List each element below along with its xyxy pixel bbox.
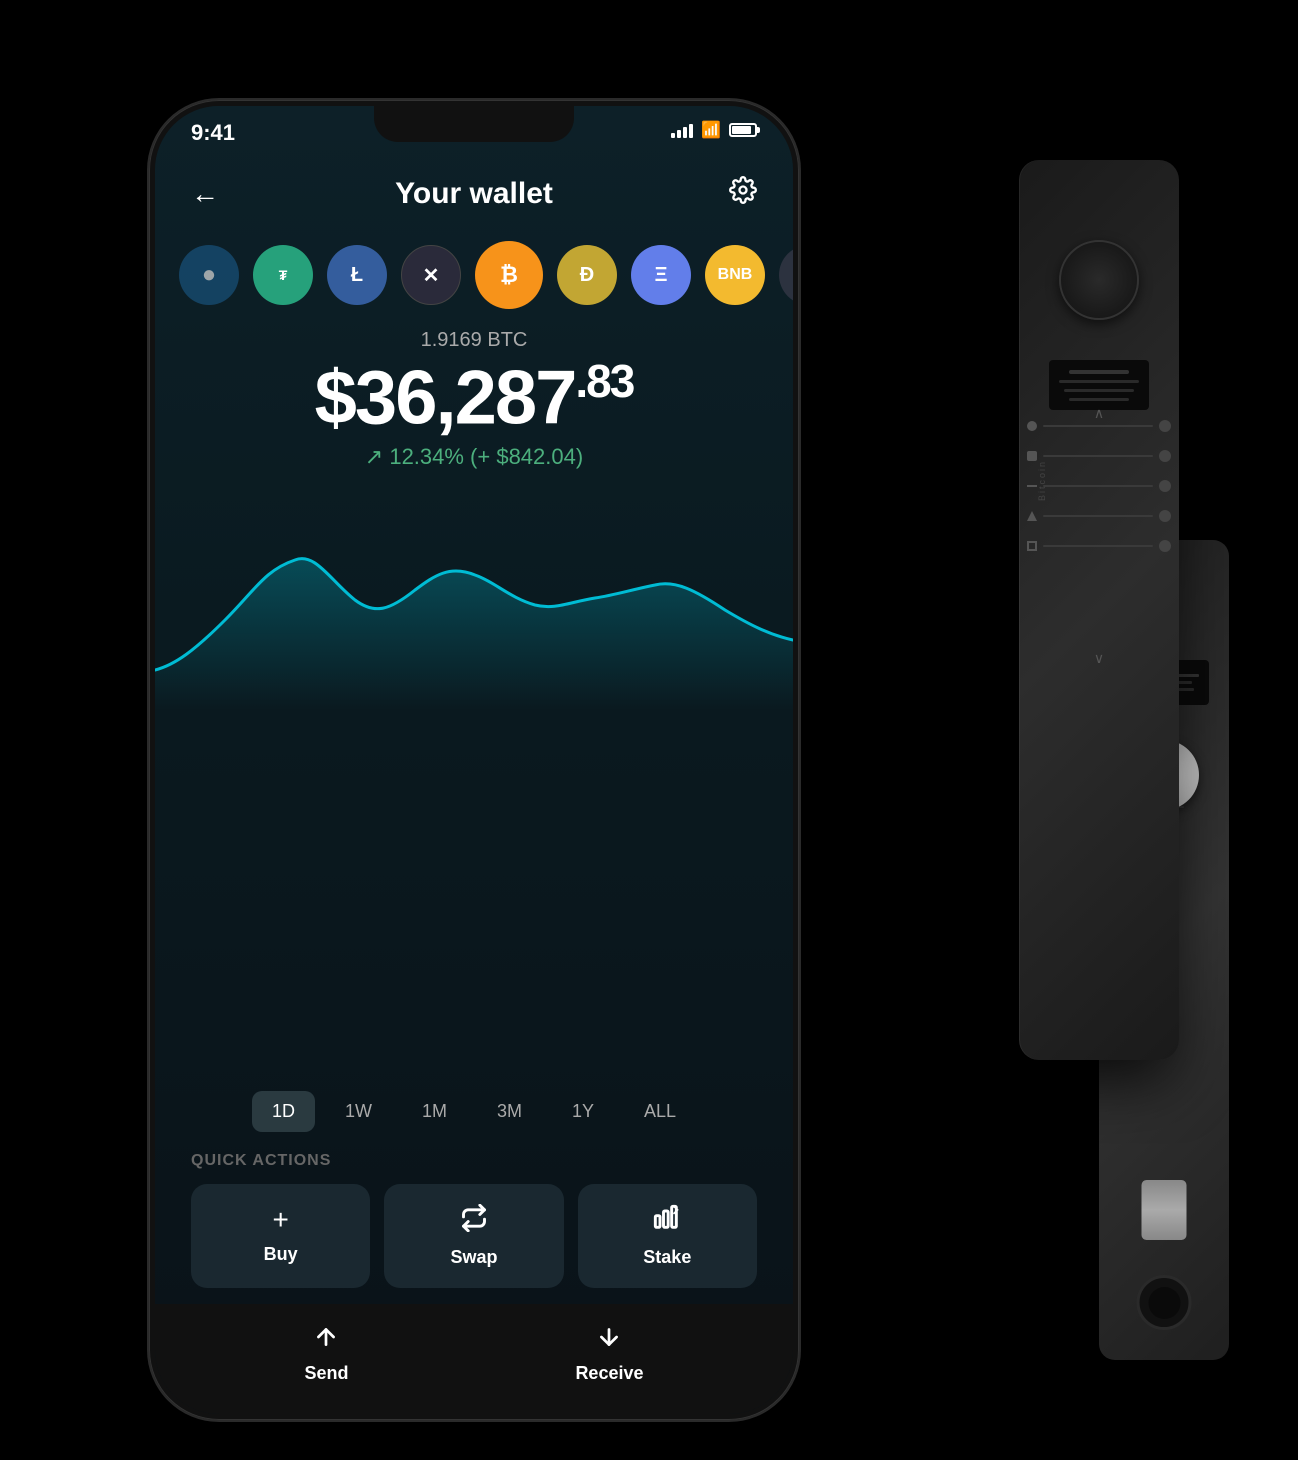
- stake-bars-icon: [653, 1204, 681, 1232]
- menu-dash: [1027, 485, 1037, 487]
- crypto-amount: 1.9169 BTC: [191, 329, 757, 352]
- coin-row: ● ₮ Ł ✕ ₿ Ð Ξ BNB A: [155, 231, 793, 319]
- swap-button[interactable]: Swap: [384, 1184, 563, 1288]
- send-action[interactable]: Send: [304, 1324, 348, 1384]
- usd-cents: .83: [575, 355, 633, 407]
- usd-balance: $36,287.83: [191, 358, 757, 436]
- nano-x-menu-item-5: [1027, 540, 1171, 552]
- nano-s-connector: [1142, 1180, 1187, 1240]
- gear-icon: [729, 176, 757, 204]
- swap-arrows-icon: [460, 1204, 488, 1232]
- coin-item-dogecoin[interactable]: Ð: [557, 245, 617, 305]
- swap-label: Swap: [450, 1247, 497, 1268]
- status-icons: 📶: [671, 120, 757, 140]
- coin-item-partial[interactable]: ●: [179, 245, 239, 305]
- menu-triangle: [1027, 511, 1037, 521]
- time-btn-1d[interactable]: 1D: [252, 1091, 315, 1132]
- phone-screen: 9:41 📶: [155, 106, 793, 1414]
- menu-line: [1043, 425, 1153, 427]
- nano-x-menu-item-2: [1027, 450, 1171, 462]
- settings-button[interactable]: [729, 176, 757, 211]
- nano-x-screen: [1049, 360, 1149, 410]
- menu-icon: [1159, 450, 1171, 462]
- signal-bar-2: [677, 130, 681, 138]
- signal-bar-4: [689, 124, 693, 138]
- balance-change: ↗ 12.34% (+ $842.04): [191, 444, 757, 470]
- wifi-icon: 📶: [701, 120, 721, 140]
- scene: 9:41 📶: [99, 40, 1199, 1420]
- coin-item-algo[interactable]: A: [779, 245, 793, 305]
- time-btn-1y[interactable]: 1Y: [552, 1091, 614, 1132]
- menu-icon: [1159, 540, 1171, 552]
- send-arrow-icon: [313, 1324, 339, 1350]
- quick-actions-label: QUICK ACTIONS: [191, 1152, 757, 1170]
- status-time: 9:41: [191, 120, 235, 146]
- menu-line: [1043, 545, 1153, 547]
- stake-button[interactable]: Stake: [578, 1184, 757, 1288]
- signal-bar-3: [683, 127, 687, 138]
- time-btn-3m[interactable]: 3M: [477, 1091, 542, 1132]
- page-title: Your wallet: [395, 177, 553, 211]
- swap-icon: [460, 1204, 488, 1239]
- time-btn-all[interactable]: ALL: [624, 1091, 696, 1132]
- stake-icon: [653, 1204, 681, 1239]
- buy-icon: +: [272, 1204, 288, 1236]
- notch: [374, 106, 574, 142]
- nano-s-circle-inner: [1148, 1287, 1180, 1319]
- app-screen: 9:41 📶: [155, 106, 793, 1414]
- send-label: Send: [304, 1363, 348, 1384]
- menu-item: [1027, 451, 1037, 461]
- menu-icon: [1159, 480, 1171, 492]
- quick-actions-row: + Buy: [191, 1184, 757, 1288]
- menu-dot: [1027, 421, 1037, 431]
- buy-label: Buy: [264, 1244, 298, 1265]
- nano-x-coin-label: Bitcoin: [1037, 460, 1047, 501]
- battery-icon: [729, 123, 757, 137]
- battery-fill: [732, 126, 751, 134]
- receive-label: Receive: [575, 1363, 643, 1384]
- signal-bars-icon: [671, 122, 693, 138]
- nano-x-nav-up: ∧: [1094, 405, 1104, 422]
- usd-whole: $36,287: [315, 355, 576, 440]
- usb-body: [1142, 1180, 1187, 1240]
- nano-s-circle-button[interactable]: [1137, 1275, 1192, 1330]
- nano-x-menu-item-4: [1027, 510, 1171, 522]
- coin-item-bitcoin[interactable]: ₿: [475, 241, 543, 309]
- menu-line: [1043, 485, 1153, 487]
- price-chart: [155, 470, 793, 1081]
- bottom-bar: Send Receive: [155, 1304, 793, 1414]
- time-btn-1w[interactable]: 1W: [325, 1091, 392, 1132]
- menu-square: [1027, 541, 1037, 551]
- chart-svg: [155, 490, 793, 710]
- menu-line: [1043, 515, 1153, 517]
- send-icon: [313, 1324, 339, 1357]
- receive-icon: [596, 1324, 622, 1357]
- nano-x-nav-down: ∨: [1094, 650, 1104, 667]
- balance-section: 1.9169 BTC $36,287.83 ↗ 12.34% (+ $842.0…: [155, 319, 793, 470]
- coin-item-litecoin[interactable]: Ł: [327, 245, 387, 305]
- coin-item-tether[interactable]: ₮: [253, 245, 313, 305]
- nano-x-menu: [1027, 420, 1171, 552]
- nano-x-menu-item-3: [1027, 480, 1171, 492]
- stake-label: Stake: [643, 1247, 691, 1268]
- coin-item-ethereum[interactable]: Ξ: [631, 245, 691, 305]
- receive-arrow-icon: [596, 1324, 622, 1350]
- time-selector: 1D 1W 1M 3M 1Y ALL: [155, 1081, 793, 1152]
- menu-icon: [1159, 420, 1171, 432]
- ledger-nano-x: ∧ ∨ Bitcoin: [1019, 160, 1179, 1060]
- phone-device: 9:41 📶: [149, 100, 799, 1420]
- signal-bar-1: [671, 133, 675, 138]
- back-button[interactable]: ←: [191, 178, 219, 210]
- time-btn-1m[interactable]: 1M: [402, 1091, 467, 1132]
- receive-action[interactable]: Receive: [575, 1324, 643, 1384]
- buy-button[interactable]: + Buy: [191, 1184, 370, 1288]
- coin-item-xrp[interactable]: ✕: [401, 245, 461, 305]
- menu-icon: [1159, 510, 1171, 522]
- chart-fill: [155, 559, 793, 710]
- menu-line: [1043, 455, 1153, 457]
- nano-x-main-button[interactable]: [1059, 240, 1139, 320]
- quick-actions-section: QUICK ACTIONS + Buy: [155, 1152, 793, 1304]
- coin-item-bnb[interactable]: BNB: [705, 245, 765, 305]
